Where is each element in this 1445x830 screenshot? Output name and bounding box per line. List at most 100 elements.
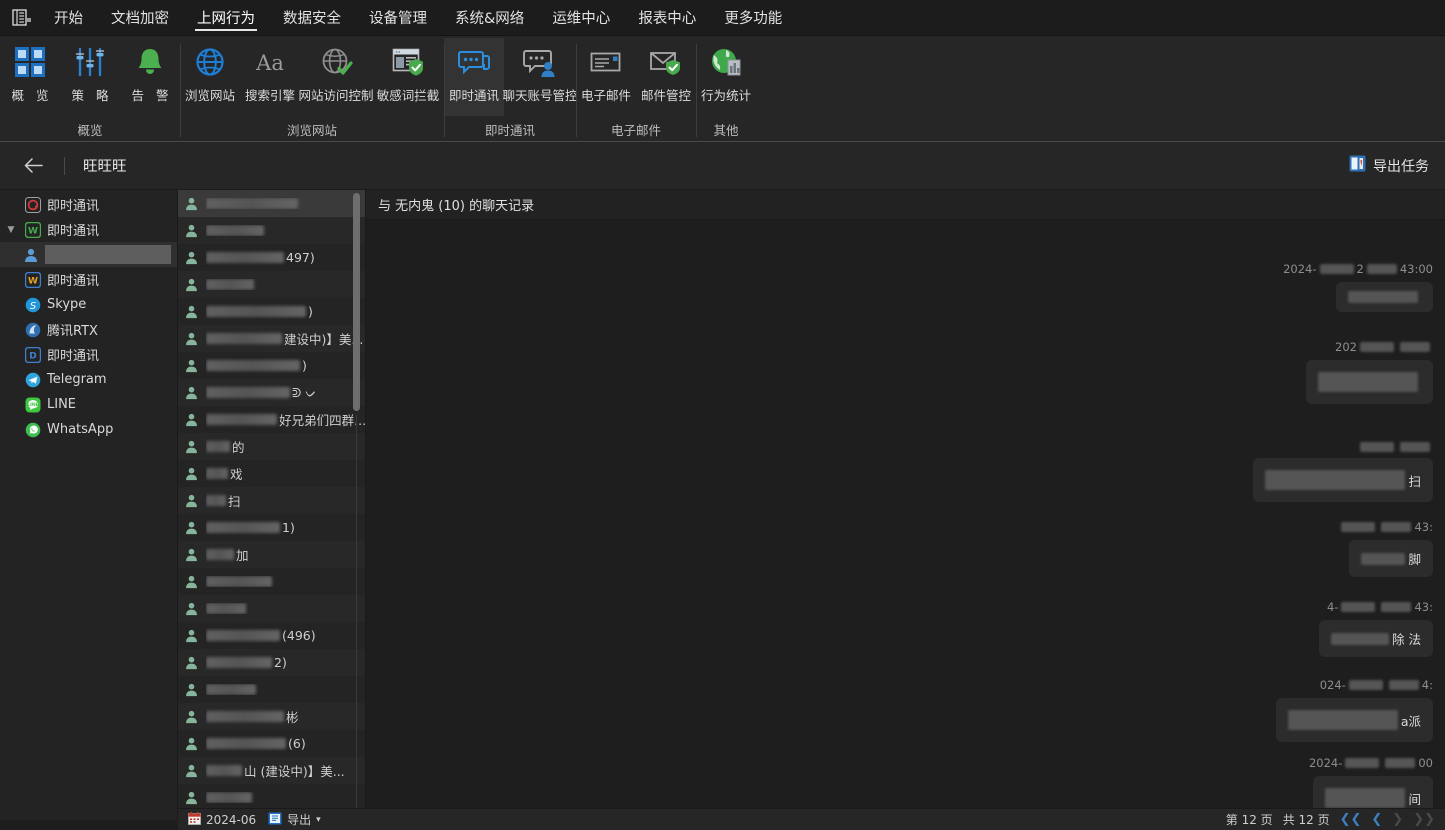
contact-avatar-icon [184, 628, 199, 643]
contact-list-item[interactable]: 戏 [178, 460, 365, 487]
sidebar-item-6[interactable]: ▼D即时通讯 [0, 342, 177, 367]
contact-list-item[interactable]: 1) [178, 514, 365, 541]
sidebar-item-label: WhatsApp [47, 422, 114, 437]
export-button[interactable]: 导出 ▾ [268, 811, 321, 828]
contact-list-item[interactable]: 扫 [178, 487, 365, 514]
contact-list-item[interactable]: ) [178, 298, 365, 325]
contact-list-item[interactable] [178, 190, 365, 217]
prev-page-icon[interactable]: ❮ [1371, 813, 1382, 826]
ribbon-button-sliders[interactable]: 策 略 [60, 38, 120, 116]
ribbon-icon-wrap [589, 44, 623, 80]
sidebar-item-1[interactable]: ▼ W 即时通讯 [0, 217, 177, 242]
ribbon-button-grid-tiles[interactable]: 概 览 [0, 38, 60, 116]
sidebar-item-7[interactable]: ▼Telegram [0, 367, 177, 392]
timestamp-redacted-2 [1385, 758, 1416, 768]
timestamp-redacted-2 [1400, 442, 1430, 452]
export-task-button[interactable]: 导出任务 [1349, 155, 1429, 176]
ribbon-button-chat-user[interactable]: 聊天账号管控 [503, 38, 578, 116]
menu-item-0[interactable]: 开始 [40, 0, 97, 35]
chat-message-bubble[interactable]: 脚 [1349, 540, 1433, 577]
timestamp-prefix: 2024- [1308, 756, 1343, 770]
menu-item-1[interactable]: 文档加密 [97, 0, 183, 35]
contact-list-item[interactable]: 2) [178, 649, 365, 676]
chat-message-bubble[interactable] [1306, 360, 1433, 404]
contact-list-item[interactable] [178, 568, 365, 595]
contact-list-item[interactable] [178, 784, 365, 811]
chat-message-text-redacted [1265, 470, 1406, 490]
sidebar-item-8[interactable]: ▼LINELINE [0, 392, 177, 417]
contact-name: 2) [206, 655, 365, 670]
sidebar-item-3[interactable]: ▼W即时通讯 [0, 267, 177, 292]
contact-list-item[interactable]: 好兄弟们四群... [178, 406, 365, 433]
sidebar-item-0[interactable]: ▼即时通讯 [0, 192, 177, 217]
timestamp-redacted [1348, 680, 1383, 690]
chat-message-list: 2024- 2 43:00 202 扫 43: 脚 4- 43: 除 法 024- 4: a派 2024-… [366, 220, 1445, 820]
ribbon-button-globe-check[interactable]: 网站访问控制 [299, 38, 374, 116]
sidebar-item-4[interactable]: ▼SSkype [0, 292, 177, 317]
menu-item-5[interactable]: 系统&网络 [441, 0, 538, 35]
contact-list-item[interactable]: 彬 [178, 703, 365, 730]
menu-item-6[interactable]: 运维中心 [538, 0, 624, 35]
ribbon-button-globe-chart[interactable]: 行为统计 [696, 38, 756, 116]
contact-list-item[interactable] [178, 676, 365, 703]
next-page-icon[interactable]: ❯ [1392, 813, 1403, 826]
contact-list-item[interactable]: 的 [178, 433, 365, 460]
contact-name-redacted [206, 657, 272, 668]
menu-item-2[interactable]: 上网行为 [183, 0, 269, 35]
menu-item-4[interactable]: 设备管理 [355, 0, 441, 35]
arrow-left-icon[interactable] [16, 149, 50, 183]
contact-list-item[interactable]: 497) [178, 244, 365, 271]
chat-header-title: 与 无内鬼 (10) 的聊天记录 [366, 190, 1445, 220]
contact-list-item[interactable]: (6) [178, 730, 365, 757]
contacts-scrollbar[interactable] [353, 193, 360, 411]
ribbon-button-globe[interactable]: 浏览网站 [180, 38, 240, 116]
contact-list-item[interactable]: 山 (建设中)】美... [178, 757, 365, 784]
svg-text:W: W [28, 276, 38, 286]
ribbon-button-bell[interactable]: 告 警 [120, 38, 180, 116]
contact-list-item[interactable] [178, 217, 365, 244]
menu-item-7[interactable]: 报表中心 [624, 0, 710, 35]
export-dropdown-caret[interactable]: ▾ [316, 815, 321, 825]
sidebar-item-2[interactable]: ▼ [0, 242, 177, 267]
contact-name-redacted [206, 198, 298, 209]
chat-message-bubble[interactable] [1336, 282, 1433, 312]
menu-item-8[interactable]: 更多功能 [710, 0, 796, 35]
contact-name-redacted [206, 387, 290, 398]
contact-list-item[interactable]: ᕲ ᨆ [178, 379, 365, 406]
ribbon-button-browser-shield[interactable]: 敏感词拦截 [372, 38, 444, 116]
ribbon-button-mail-card[interactable]: 电子邮件 [576, 38, 636, 116]
date-filter[interactable]: 2024-06 [188, 811, 256, 828]
last-page-icon[interactable]: ❯❯ [1413, 813, 1435, 826]
sidebar-item-9[interactable]: ▼WhatsApp [0, 417, 177, 442]
first-page-icon[interactable]: ❮❮ [1340, 813, 1362, 826]
timestamp-prefix: 202 [1335, 340, 1357, 354]
chat-message-bubble[interactable]: a派 [1275, 698, 1433, 742]
ribbon-button-label: 电子邮件 [580, 88, 631, 103]
app-logo-icon[interactable] [0, 0, 40, 35]
chat-message-bubble[interactable]: 扫 [1253, 458, 1433, 502]
ribbon-button-mail-shield[interactable]: 邮件管控 [636, 38, 696, 116]
contact-name: ) [206, 358, 365, 373]
contact-name-visible: 彬 [286, 710, 299, 725]
contact-name [206, 576, 365, 587]
ribbon-button-text-aa[interactable]: Aa 搜索引擎 [240, 38, 300, 116]
menu-item-3[interactable]: 数据安全 [269, 0, 355, 35]
page-subheader: 旺旺旺 导出任务 [0, 142, 1445, 190]
contact-list-item[interactable]: ) [178, 352, 365, 379]
contact-list-item[interactable]: (496) [178, 622, 365, 649]
chevron-down-icon[interactable]: ▼ [4, 225, 18, 235]
contact-name-redacted [206, 576, 272, 587]
ribbon-group-label: 其他 [713, 122, 739, 138]
contact-list-item[interactable] [178, 271, 365, 298]
contact-list-item[interactable]: 建设中)】美... [178, 325, 365, 352]
svg-text:LINE: LINE [27, 402, 39, 408]
contact-list-item[interactable]: 加 [178, 541, 365, 568]
sidebar-item-5[interactable]: ▼腾讯RTX [0, 317, 177, 342]
contact-avatar-icon [184, 304, 199, 319]
contact-list-item[interactable] [178, 595, 365, 622]
timestamp-suffix: 00 [1418, 756, 1433, 770]
contact-name [206, 225, 365, 236]
chat-message-bubble[interactable]: 除 法 [1319, 620, 1433, 657]
ribbon-button-chat-bubble[interactable]: 即时通讯 [444, 38, 504, 116]
ribbon-icon-wrap [133, 44, 167, 80]
